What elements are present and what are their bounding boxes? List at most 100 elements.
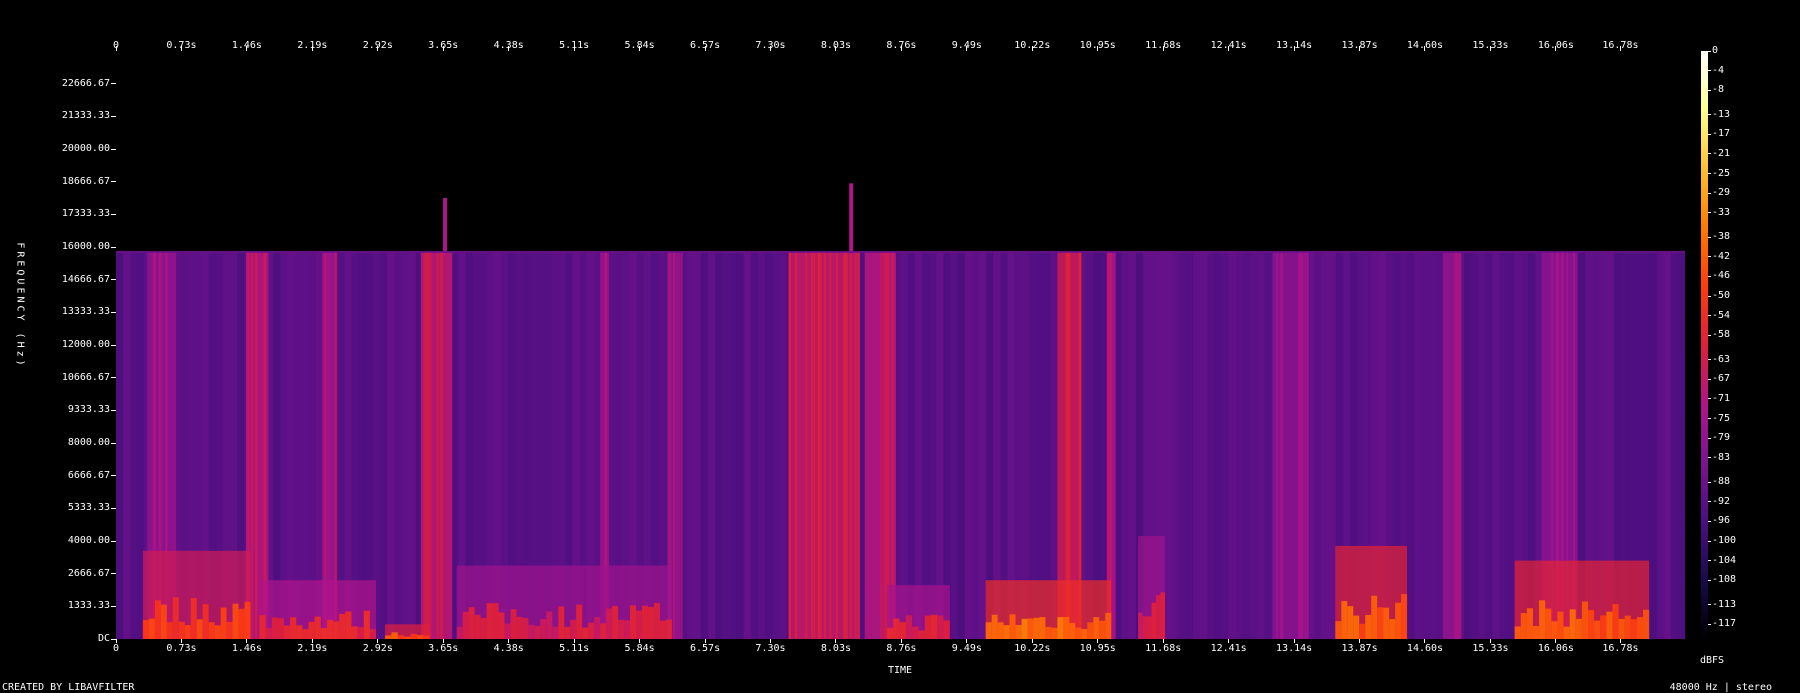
x-tick-mark	[704, 639, 706, 643]
low-frequency-harmonic	[271, 617, 278, 639]
low-frequency-harmonic	[474, 614, 481, 639]
energy-burst-streak	[1299, 251, 1302, 639]
colorbar-tick-mark	[1708, 275, 1711, 277]
x-tick-mark	[835, 639, 837, 643]
noise-texture-column	[1478, 251, 1486, 639]
x-tick-label: 6.57s	[689, 643, 721, 654]
x-tick-mark	[1619, 639, 1621, 643]
low-frequency-harmonic	[1588, 610, 1595, 639]
noise-texture-column	[1171, 251, 1180, 639]
colorbar-tick-mark	[1708, 153, 1711, 155]
low-frequency-harmonic	[1624, 615, 1631, 639]
low-frequency-harmonic	[659, 620, 666, 639]
low-frequency-harmonic	[534, 625, 541, 639]
x-tick-mark	[508, 639, 510, 643]
energy-burst-streak	[843, 251, 846, 639]
low-frequency-harmonic	[1063, 616, 1070, 639]
noise-texture-column	[1235, 251, 1244, 639]
colorbar-tick-label: -8	[1712, 84, 1725, 96]
low-frequency-harmonic	[582, 627, 589, 639]
x-tick-mark	[1424, 639, 1426, 643]
noise-texture-column	[929, 251, 937, 639]
noise-texture-column	[1656, 251, 1665, 639]
low-frequency-harmonic	[142, 619, 149, 639]
noise-texture-column	[1677, 251, 1685, 639]
low-frequency-harmonic	[912, 626, 919, 639]
y-tick-label: 5333.33	[67, 502, 110, 514]
colorbar-tick-label: -38	[1712, 231, 1731, 243]
x-tick-mark	[1228, 639, 1230, 643]
colorbar-tick-label: -71	[1712, 392, 1731, 404]
noise-texture-column	[764, 251, 773, 639]
colorbar-tick-mark	[1708, 457, 1711, 459]
energy-burst-streak	[829, 251, 832, 639]
low-frequency-harmonic	[1630, 619, 1637, 639]
low-frequency-harmonic	[1594, 620, 1601, 639]
colorbar-tick-mark	[1708, 481, 1711, 483]
noise-texture-column	[700, 251, 709, 639]
colorbar	[1701, 51, 1708, 639]
noise-texture-column	[408, 251, 417, 639]
x-tick-mark	[180, 639, 182, 643]
low-frequency-harmonic	[166, 622, 173, 639]
low-frequency-harmonic	[1353, 615, 1360, 639]
low-frequency-harmonic	[522, 618, 529, 639]
x-tick-label: 10.22s	[1014, 643, 1051, 654]
noise-texture-column	[743, 251, 752, 639]
colorbar-tick-mark	[1708, 89, 1711, 91]
transient-spike	[443, 198, 448, 254]
low-frequency-harmonic	[456, 626, 463, 639]
energy-burst-streak	[884, 251, 887, 639]
low-frequency-harmonic	[232, 603, 239, 639]
low-frequency-harmonic	[588, 622, 595, 639]
energy-burst-streak	[1281, 251, 1284, 639]
colorbar-tick-mark	[1708, 133, 1711, 135]
energy-burst-streak	[680, 251, 683, 639]
noise-texture-column	[1649, 251, 1657, 639]
low-frequency-harmonic	[997, 622, 1004, 639]
noise-texture-column	[1200, 251, 1208, 639]
noise-texture-column	[1428, 251, 1436, 639]
low-frequency-harmonic	[1045, 626, 1052, 639]
colorbar-tick-mark	[1708, 437, 1711, 439]
y-tick-label: 8000.00	[67, 437, 110, 448]
low-frequency-harmonic	[333, 621, 340, 639]
energy-burst-streak	[849, 251, 852, 639]
low-frequency-harmonic	[943, 620, 950, 639]
colorbar-tick-mark	[1708, 295, 1711, 297]
y-tick-label: 20000.00	[61, 143, 110, 154]
low-frequency-harmonic	[647, 607, 654, 639]
noise-texture-column	[757, 251, 766, 639]
low-frequency-harmonic	[1156, 595, 1161, 639]
low-frequency-harmonic	[1575, 618, 1582, 639]
low-frequency-harmonic	[1151, 602, 1157, 639]
low-frequency-harmonic	[985, 622, 992, 639]
low-frequency-harmonic	[220, 607, 227, 639]
x-tick-mark	[639, 639, 641, 643]
x-tick-label: 11.68s	[1145, 643, 1182, 654]
x-tick-label: 7.30s	[755, 643, 786, 654]
noise-texture-column	[914, 251, 923, 639]
energy-burst-streak	[835, 251, 838, 639]
colorbar-tick-label: -75	[1712, 412, 1731, 424]
low-frequency-harmonic	[1551, 621, 1558, 639]
energy-burst-streak	[882, 251, 885, 639]
x-tick-label: 14.60s	[1406, 643, 1444, 654]
colorbar-tick-label: -21	[1712, 147, 1731, 159]
x-axis-title: TIME	[887, 665, 913, 676]
x-tick-label: 8.03s	[820, 643, 851, 654]
low-frequency-harmonic	[893, 618, 900, 639]
colorbar-tick-label: -113	[1712, 598, 1737, 610]
colorbar-tick-mark	[1708, 359, 1711, 361]
low-frequency-harmonic	[345, 611, 352, 639]
colorbar-tick-label: -46	[1712, 270, 1731, 282]
low-frequency-harmonic	[296, 625, 303, 639]
energy-burst-streak	[887, 251, 890, 639]
low-frequency-harmonic	[492, 603, 499, 639]
low-frequency-harmonic	[1099, 620, 1106, 639]
colorbar-tick-mark	[1708, 604, 1711, 606]
low-frequency-harmonic	[1335, 621, 1342, 639]
x-tick-label: 3.65s	[428, 643, 459, 654]
low-frequency-harmonic	[1142, 616, 1148, 639]
low-frequency-harmonic	[1612, 604, 1619, 639]
